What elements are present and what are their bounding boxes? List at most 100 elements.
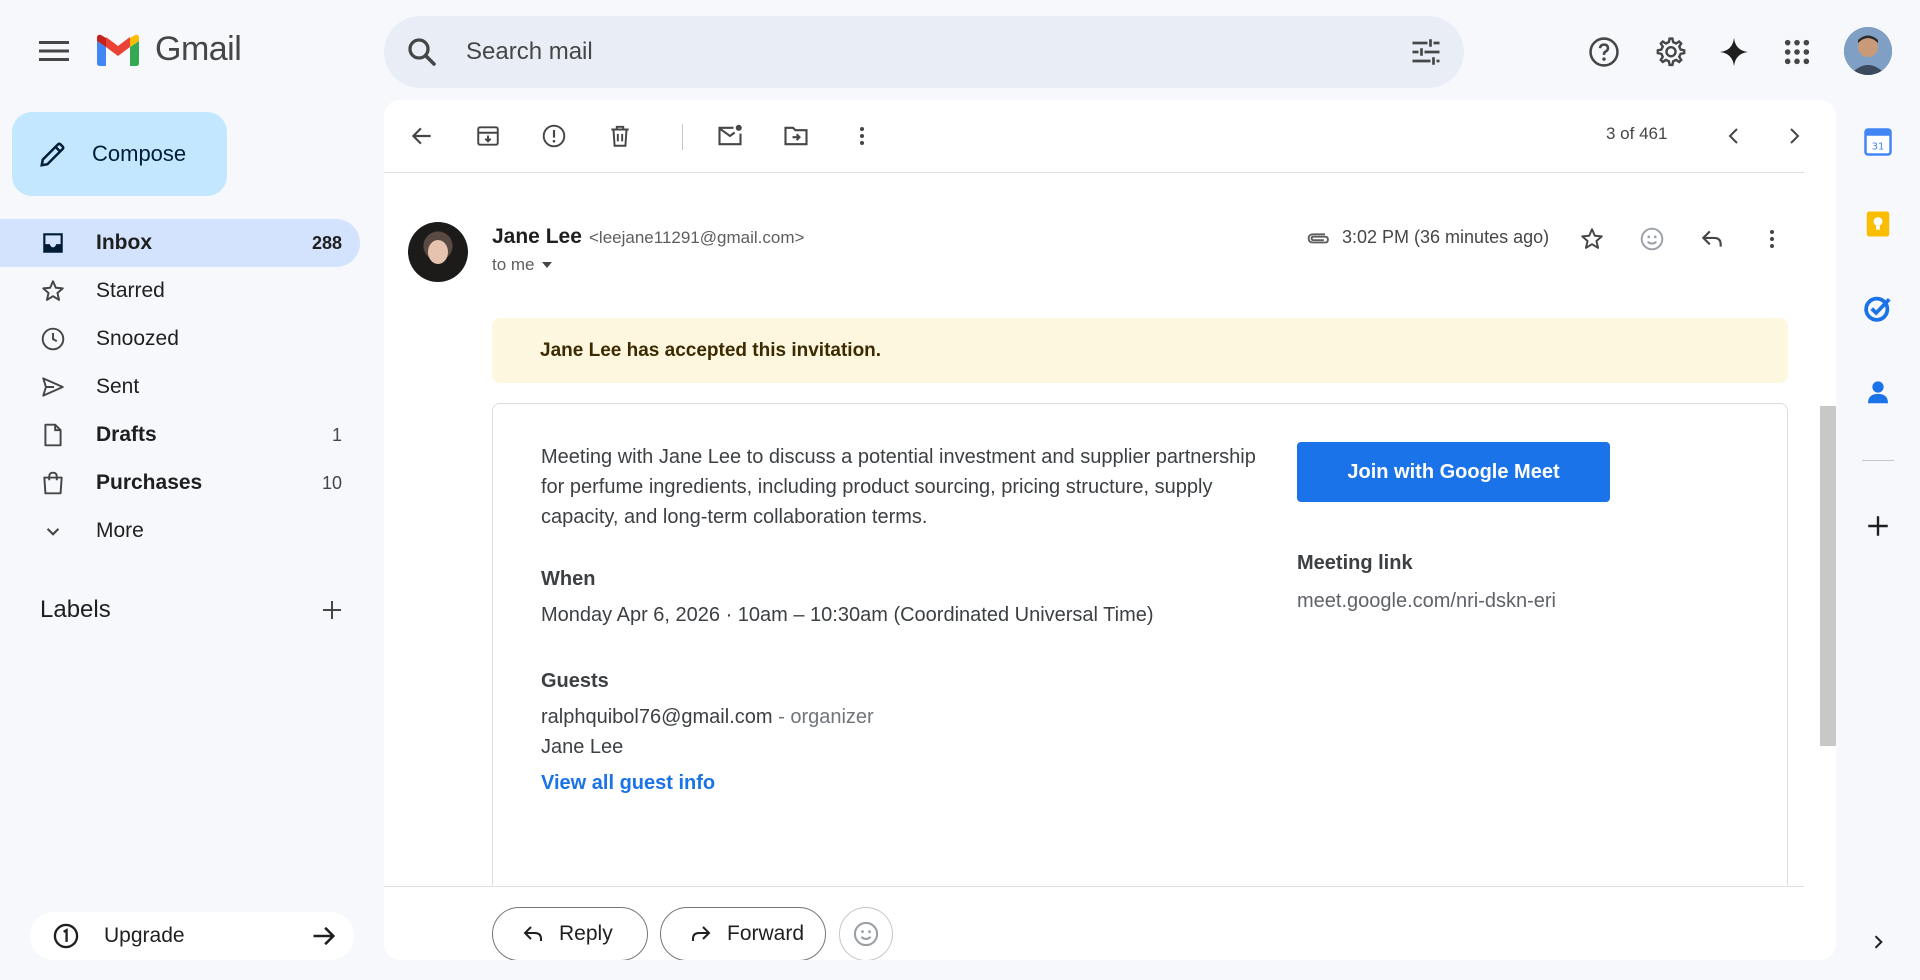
reply-label: Reply <box>559 922 613 945</box>
hamburger-menu-icon <box>39 41 69 61</box>
top-bar: Gmail <box>0 0 1920 100</box>
pencil-icon <box>38 139 68 169</box>
recipient-details-toggle[interactable]: to me <box>492 255 553 275</box>
contacts-icon <box>1868 381 1888 404</box>
tasks-app-button[interactable] <box>1858 288 1898 328</box>
forward-label: Forward <box>727 922 805 945</box>
caret-down-icon <box>541 262 552 268</box>
sparkle-icon <box>1719 37 1749 67</box>
show-side-panel-button[interactable] <box>1858 922 1898 962</box>
search-options-icon[interactable] <box>1408 34 1444 70</box>
star-message-button[interactable] <box>1570 217 1614 261</box>
sender-name[interactable]: Jane Lee <box>492 225 582 249</box>
sidebar-item-sent[interactable]: Sent <box>0 363 360 411</box>
sidebar-item-label: Snoozed <box>96 327 179 350</box>
search-bar <box>384 16 1464 88</box>
sender-email: <leejane11291@gmail.com> <box>589 228 805 247</box>
contacts-app-button[interactable] <box>1858 372 1898 412</box>
arrow-right-icon <box>310 922 338 950</box>
labels-heading: Labels <box>40 596 111 623</box>
main-menu-button[interactable] <box>30 27 78 75</box>
keep-icon <box>1866 211 1890 237</box>
arrow-back-icon <box>411 127 431 145</box>
attachment-icon <box>1304 225 1332 253</box>
reply-pill-button[interactable]: Reply <box>492 907 648 960</box>
mark-unread-button[interactable] <box>708 114 752 158</box>
gemini-button[interactable] <box>1710 28 1758 76</box>
draft-count: 1 <box>331 424 342 445</box>
google-apps-button[interactable] <box>1773 28 1821 76</box>
join-google-meet-button[interactable]: Join with Google Meet <box>1297 442 1610 502</box>
sidebar-item-purchases[interactable]: Purchases 10 <box>0 459 360 507</box>
more-actions-button[interactable] <box>840 114 884 158</box>
invitation-status-banner: Jane Lee has accepted this invitation. <box>492 318 1788 383</box>
move-folder-icon <box>784 126 808 146</box>
message-toolbar: 3 of 461 <box>384 100 1836 172</box>
move-to-button[interactable] <box>774 114 818 158</box>
sender-avatar[interactable] <box>408 222 468 282</box>
sidebar-item-inbox[interactable]: Inbox 288 <box>0 219 360 267</box>
message-more-button[interactable] <box>1750 217 1794 261</box>
sidebar-item-drafts[interactable]: Drafts 1 <box>0 411 360 459</box>
plus-icon <box>323 601 341 619</box>
rail-divider <box>1862 460 1894 461</box>
gmail-m-icon <box>97 34 139 66</box>
more-vert-icon <box>860 127 864 145</box>
message-body-area: Jane Lee <leejane11291@gmail.com> to me … <box>384 173 1804 959</box>
older-message-button[interactable] <box>1772 114 1816 158</box>
report-spam-button[interactable] <box>532 114 576 158</box>
keep-app-button[interactable] <box>1858 204 1898 244</box>
archive-button[interactable] <box>466 114 510 158</box>
message-timestamp: 3:02 PM (36 minutes ago) <box>1342 227 1550 247</box>
forward-pill-button[interactable]: Forward <box>660 907 826 960</box>
when-heading: When <box>541 568 596 590</box>
calendar-app-button[interactable]: 31 <box>1858 122 1898 162</box>
guest-email: ralphquibol76@gmail.com <box>541 706 773 728</box>
more-vert-icon <box>1770 230 1774 248</box>
invite-description: Meeting with Jane Lee to discuss a poten… <box>541 446 1256 528</box>
draft-icon <box>40 422 66 448</box>
purchases-count: 10 <box>321 472 342 493</box>
gear-icon <box>1656 37 1686 67</box>
help-button[interactable] <box>1580 28 1628 76</box>
guest-role: - organizer <box>778 706 874 728</box>
sidebar-item-starred[interactable]: Starred <box>0 267 360 315</box>
sidebar-item-more[interactable]: More <box>0 507 360 555</box>
compose-button[interactable]: Compose <box>12 112 227 196</box>
get-addons-button[interactable] <box>1858 506 1898 546</box>
upgrade-button[interactable]: Upgrade <box>30 912 354 960</box>
delete-button[interactable] <box>598 114 642 158</box>
archive-icon <box>477 126 499 146</box>
settings-button[interactable] <box>1647 28 1695 76</box>
newer-message-button[interactable] <box>1712 114 1756 158</box>
emoji-reaction-button[interactable] <box>839 907 893 960</box>
guest-item: ralphquibol76@gmail.com - organizer <box>541 706 874 729</box>
account-avatar[interactable] <box>1844 27 1892 75</box>
recipient-label: to me <box>492 255 535 274</box>
sidebar-item-snoozed[interactable]: Snoozed <box>0 315 360 363</box>
meeting-link[interactable]: meet.google.com/nri-dskn-eri <box>1297 590 1556 613</box>
send-icon <box>40 374 66 400</box>
add-reaction-button[interactable] <box>1630 217 1674 261</box>
create-label-button[interactable] <box>316 594 348 626</box>
smiley-icon <box>853 921 879 947</box>
gmail-logo[interactable]: Gmail <box>95 30 242 69</box>
sidebar-item-label: Starred <box>96 279 165 302</box>
help-icon <box>1589 37 1619 67</box>
message-panel: 3 of 461 Jane Lee <leejane11291@gmail.co… <box>384 100 1836 960</box>
unread-count: 288 <box>311 232 342 253</box>
back-button[interactable] <box>400 114 444 158</box>
gmail-wordmark: Gmail <box>155 30 242 68</box>
star-outline-icon <box>1581 228 1603 249</box>
chevron-right-icon <box>1874 935 1883 949</box>
view-guest-info-link[interactable]: View all guest info <box>541 772 715 795</box>
mark-unread-icon <box>718 124 742 146</box>
scrollbar-thumb[interactable] <box>1820 406 1836 746</box>
guests-heading: Guests <box>541 670 609 692</box>
reply-button[interactable] <box>1690 217 1734 261</box>
toolbar-divider <box>682 124 683 150</box>
tasks-icon <box>1864 296 1891 322</box>
search-input[interactable] <box>466 34 1346 70</box>
guest-item: Jane Lee <box>541 736 624 758</box>
search-icon[interactable] <box>404 34 440 70</box>
